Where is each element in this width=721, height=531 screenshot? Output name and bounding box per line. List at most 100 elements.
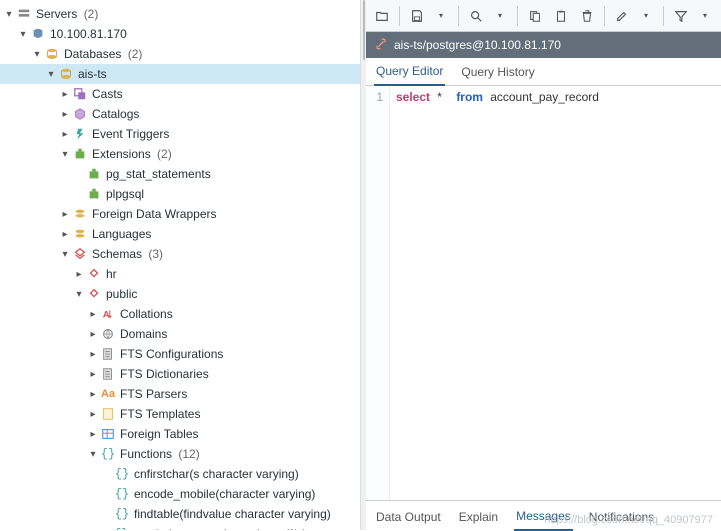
expander-icon[interactable]: ▸ bbox=[86, 369, 100, 380]
label: Event Triggers bbox=[92, 127, 354, 141]
trigger-icon bbox=[72, 126, 88, 142]
label: Servers (2) bbox=[36, 7, 354, 21]
separator bbox=[399, 6, 400, 26]
expander-icon[interactable]: ▸ bbox=[58, 209, 72, 220]
open-file-button[interactable] bbox=[370, 4, 394, 28]
function-icon: {} bbox=[114, 466, 130, 482]
tree-node-functions[interactable]: ▾ {} Functions (12) bbox=[0, 444, 360, 464]
domain-icon bbox=[100, 326, 116, 342]
expander-icon[interactable]: ▸ bbox=[86, 329, 100, 340]
tree-node-schema-public[interactable]: ▾ public bbox=[0, 284, 360, 304]
tree-node-extensions[interactable]: ▾ Extensions (2) bbox=[0, 144, 360, 164]
tree-node-foreign-tables[interactable]: ▸ Foreign Tables bbox=[0, 424, 360, 444]
expander-icon[interactable]: ▾ bbox=[2, 9, 16, 20]
tab-data-output[interactable]: Data Output bbox=[374, 504, 443, 530]
label: ais-ts bbox=[78, 67, 354, 81]
tree-node-schema-hr[interactable]: ▸ hr bbox=[0, 264, 360, 284]
schema-icon bbox=[86, 266, 102, 282]
separator bbox=[458, 6, 459, 26]
expander-icon[interactable]: ▸ bbox=[72, 269, 86, 280]
tab-query-editor[interactable]: Query Editor bbox=[374, 58, 445, 86]
expander-icon[interactable]: ▾ bbox=[58, 149, 72, 160]
connection-bar: ais-ts/postgres@10.100.81.170 bbox=[366, 32, 721, 58]
expander-icon[interactable]: ▸ bbox=[58, 109, 72, 120]
expander-icon[interactable]: ▸ bbox=[58, 89, 72, 100]
splitter-handle[interactable] bbox=[361, 0, 366, 530]
label: Extensions (2) bbox=[92, 147, 354, 161]
tree-node-schemas[interactable]: ▾ Schemas (3) bbox=[0, 244, 360, 264]
expander-icon[interactable]: ▾ bbox=[72, 289, 86, 300]
expander-icon[interactable]: ▾ bbox=[30, 49, 44, 60]
expander-icon[interactable]: ▸ bbox=[86, 409, 100, 420]
label: hr bbox=[106, 267, 354, 281]
database-icon bbox=[44, 46, 60, 62]
expander-icon[interactable]: ▸ bbox=[86, 349, 100, 360]
tree-node-fts-parsers[interactable]: ▸ Aa FTS Parsers bbox=[0, 384, 360, 404]
object-browser-tree[interactable]: ▾ Servers (2) ▾ 10.100.81.170 ▾ Database… bbox=[0, 0, 361, 530]
foreign-table-icon bbox=[100, 426, 116, 442]
tree-node-function-item[interactable]: {} findtable(findvalue character varying… bbox=[0, 504, 360, 524]
tree-node-function-item[interactable]: {} cnfirstchar(s character varying) bbox=[0, 464, 360, 484]
tree-node-fts-templates[interactable]: ▸ FTS Templates bbox=[0, 404, 360, 424]
expander-icon[interactable]: ▾ bbox=[58, 249, 72, 260]
label: cnfirstchar(s character varying) bbox=[134, 467, 354, 481]
tab-explain[interactable]: Explain bbox=[457, 504, 500, 530]
tree-node-server[interactable]: ▾ 10.100.81.170 bbox=[0, 24, 360, 44]
extension-icon bbox=[86, 186, 102, 202]
tree-node-extension-item[interactable]: plpgsql bbox=[0, 184, 360, 204]
label: FTS Templates bbox=[120, 407, 354, 421]
separator bbox=[663, 6, 664, 26]
extension-icon bbox=[86, 166, 102, 182]
expander-icon[interactable]: ▾ bbox=[86, 449, 100, 460]
fts-template-icon bbox=[100, 406, 116, 422]
fts-config-icon bbox=[100, 346, 116, 362]
sql-code[interactable]: select * from account_pay_record bbox=[390, 86, 721, 500]
extension-icon bbox=[72, 146, 88, 162]
tree-node-collations[interactable]: ▸ A Collations bbox=[0, 304, 360, 324]
tab-query-history[interactable]: Query History bbox=[459, 59, 536, 85]
expander-icon[interactable]: ▾ bbox=[44, 69, 58, 80]
catalogs-icon bbox=[72, 106, 88, 122]
filter-button[interactable] bbox=[669, 4, 693, 28]
filter-dropdown[interactable]: ▾ bbox=[693, 4, 717, 28]
tree-node-function-item[interactable]: {} encode_mobile(character varying) bbox=[0, 484, 360, 504]
expander-icon[interactable]: ▸ bbox=[86, 429, 100, 440]
tree-node-catalogs[interactable]: ▸ Catalogs bbox=[0, 104, 360, 124]
tree-node-databases[interactable]: ▾ Databases (2) bbox=[0, 44, 360, 64]
paste-button[interactable] bbox=[549, 4, 573, 28]
connection-icon bbox=[374, 37, 388, 54]
expander-icon[interactable]: ▸ bbox=[58, 229, 72, 240]
copy-button[interactable] bbox=[523, 4, 547, 28]
tree-node-extension-item[interactable]: pg_stat_statements bbox=[0, 164, 360, 184]
edit-button[interactable] bbox=[610, 4, 634, 28]
find-dropdown[interactable]: ▾ bbox=[488, 4, 512, 28]
expander-icon[interactable]: ▸ bbox=[86, 309, 100, 320]
find-button[interactable] bbox=[464, 4, 488, 28]
expander-icon[interactable]: ▸ bbox=[86, 389, 100, 400]
delete-button[interactable] bbox=[575, 4, 599, 28]
tree-node-database-aists[interactable]: ▾ ais-ts bbox=[0, 64, 360, 84]
tree-node-fts-dict[interactable]: ▸ FTS Dictionaries bbox=[0, 364, 360, 384]
tree-node-languages[interactable]: ▸ Languages bbox=[0, 224, 360, 244]
collation-icon: A bbox=[100, 306, 116, 322]
tree-node-domains[interactable]: ▸ Domains bbox=[0, 324, 360, 344]
edit-dropdown[interactable]: ▾ bbox=[634, 4, 658, 28]
query-panel: ▾ ▾ ▾ ▾ ais-ts/postgres@10.100.81.170 Qu… bbox=[366, 0, 721, 530]
label: Schemas (3) bbox=[92, 247, 354, 261]
tree-node-casts[interactable]: ▸ Casts bbox=[0, 84, 360, 104]
save-dropdown[interactable]: ▾ bbox=[429, 4, 453, 28]
function-icon: {} bbox=[114, 486, 130, 502]
tree-node-fdw[interactable]: ▸ Foreign Data Wrappers bbox=[0, 204, 360, 224]
sql-editor[interactable]: 1 select * from account_pay_record bbox=[366, 86, 721, 500]
tree-node-fts-config[interactable]: ▸ FTS Configurations bbox=[0, 344, 360, 364]
label: Foreign Data Wrappers bbox=[92, 207, 354, 221]
expander-icon[interactable]: ▾ bbox=[16, 29, 30, 40]
function-icon: {} bbox=[114, 526, 128, 530]
expander-icon[interactable]: ▸ bbox=[58, 129, 72, 140]
separator bbox=[604, 6, 605, 26]
tree-node-servers[interactable]: ▾ Servers (2) bbox=[0, 4, 360, 24]
label: findtable(findvalue character varying) bbox=[134, 507, 354, 521]
tree-node-function-item[interactable]: {} get_belong_netwk_mark_staff(character… bbox=[0, 524, 360, 530]
save-button[interactable] bbox=[405, 4, 429, 28]
tree-node-event-triggers[interactable]: ▸ Event Triggers bbox=[0, 124, 360, 144]
